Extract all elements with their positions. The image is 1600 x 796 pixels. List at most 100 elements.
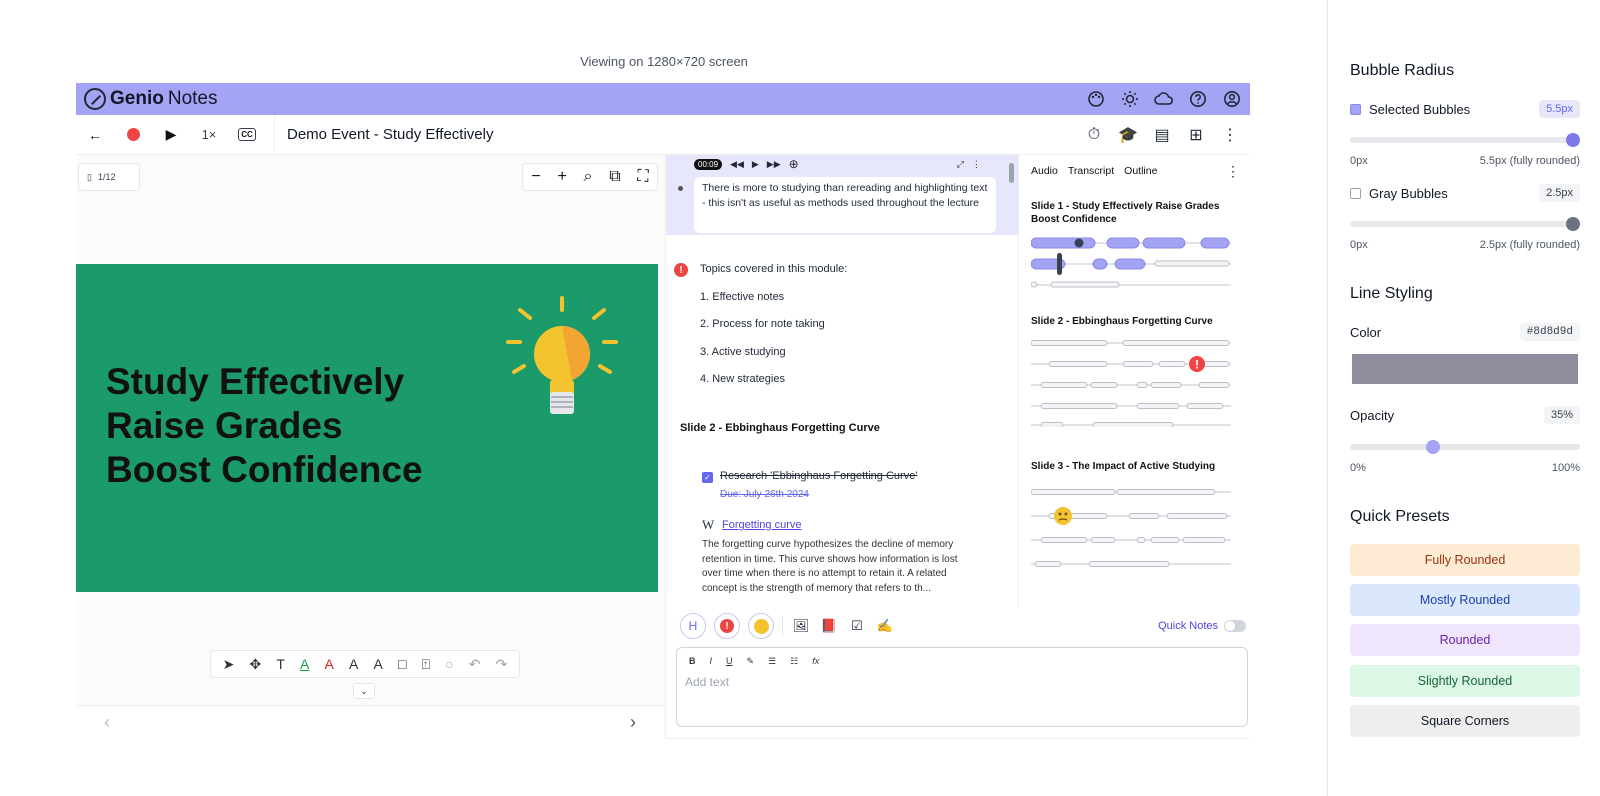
search-icon[interactable]: ⌕ — [584, 168, 593, 186]
slider-thumb[interactable] — [1425, 440, 1440, 454]
captions-button[interactable]: CC — [228, 115, 266, 155]
important-button[interactable]: ! — [714, 613, 740, 639]
selected-bubbles-label: Selected Bubbles — [1369, 101, 1471, 117]
screenshot-icon[interactable]: ⧉ — [609, 168, 620, 186]
forward-icon[interactable]: ▶▶ — [767, 159, 781, 170]
circle-icon[interactable]: ○ — [445, 656, 453, 672]
slide-navigation: ‹ › — [76, 705, 664, 739]
gray-radius-slider[interactable] — [1350, 217, 1580, 231]
bold-icon[interactable]: B — [689, 656, 696, 667]
layout-icon[interactable]: ⊞ — [1186, 125, 1206, 145]
zoom-out-icon[interactable]: − — [531, 168, 540, 186]
text-icon[interactable]: T — [276, 656, 285, 672]
speed-button[interactable]: 1× — [190, 115, 228, 155]
preset-square-corners[interactable]: Square Corners — [1350, 705, 1580, 737]
slider-thumb[interactable] — [1566, 133, 1580, 147]
outline-slide-2[interactable]: Slide 2 - Ebbinghaus Forgetting Curve — [1031, 315, 1231, 328]
chevron-down-icon[interactable]: ⌄ — [353, 683, 375, 699]
help-icon[interactable] — [1188, 89, 1208, 109]
back-arrow-icon[interactable]: ← — [76, 115, 114, 155]
wikipedia-icon: W — [702, 517, 715, 532]
note-editor[interactable]: B I U ✎ ☰ ☷ fx Add text — [676, 647, 1248, 727]
color-swatch[interactable] — [1352, 354, 1578, 384]
text-color-icon[interactable]: A — [349, 656, 358, 672]
prev-slide-icon[interactable]: ‹ — [104, 712, 110, 733]
bullet-list-icon[interactable]: ☰ — [768, 656, 776, 667]
slider-thumb[interactable] — [1566, 217, 1580, 231]
add-circle-icon[interactable]: ⊕ — [789, 157, 799, 171]
numbered-list-icon[interactable]: ☷ — [790, 656, 798, 667]
outline-slide-1[interactable]: Slide 1 - Study Effectively Raise Grades… — [1031, 200, 1231, 226]
underline-icon[interactable]: U — [726, 656, 733, 667]
line-styling-title: Line Styling — [1350, 285, 1433, 302]
toggle-switch[interactable] — [1224, 620, 1246, 632]
play-small-icon[interactable]: ▶ — [752, 159, 759, 170]
play-icon[interactable]: ▶ — [152, 115, 190, 155]
timer-icon[interactable]: ⏱ — [1084, 125, 1104, 145]
logo-icon — [84, 88, 106, 110]
text-highlight-icon[interactable]: A — [325, 656, 334, 672]
text-underline-icon[interactable]: A — [300, 656, 309, 672]
slider-max: 100% — [1551, 462, 1580, 474]
palette-icon[interactable] — [1086, 89, 1106, 109]
preset-mostly-rounded[interactable]: Mostly Rounded — [1350, 584, 1580, 616]
color-value: #8d8d9d — [1519, 323, 1580, 341]
text-outline-icon[interactable]: A — [373, 656, 382, 672]
confused-button[interactable] — [748, 613, 774, 639]
tab-transcript[interactable]: Transcript — [1068, 165, 1114, 177]
next-slide-icon[interactable]: › — [630, 712, 636, 733]
task-checkbox[interactable]: ✓ — [702, 472, 713, 483]
slider-max: 5.5px (fully rounded) — [1479, 155, 1580, 167]
italic-icon[interactable]: I — [710, 656, 713, 667]
heading-button[interactable]: H — [680, 613, 706, 639]
preset-slightly-rounded[interactable]: Slightly Rounded — [1350, 665, 1580, 697]
signature-icon[interactable]: ✍ — [875, 616, 895, 636]
more-vertical-icon[interactable]: ⋮ — [1220, 125, 1240, 145]
clear-format-icon[interactable]: fx — [812, 656, 819, 667]
editor-placeholder[interactable]: Add text — [677, 671, 1247, 693]
note-more-icon[interactable]: ⋮ — [972, 159, 981, 170]
document-icon[interactable]: ▤ — [1152, 125, 1172, 145]
zoom-in-icon[interactable]: + — [557, 168, 566, 186]
selected-radius-slider[interactable] — [1350, 133, 1580, 147]
active-note-text[interactable]: There is more to studying than rereading… — [694, 177, 996, 233]
account-icon[interactable] — [1222, 89, 1242, 109]
rewind-icon[interactable]: ◀◀ — [730, 159, 744, 170]
sidebar-toggle-icon[interactable]: ▯ — [87, 172, 92, 183]
tab-audio[interactable]: Audio — [1031, 165, 1058, 177]
notes-scrollbar[interactable] — [1009, 163, 1014, 183]
fullscreen-icon[interactable]: ⛶ — [637, 168, 648, 186]
tab-outline[interactable]: Outline — [1124, 165, 1157, 177]
graduation-cap-icon[interactable]: 🎓 — [1118, 125, 1138, 145]
bubble-track-3[interactable] — [1031, 483, 1231, 573]
rectangle-icon[interactable]: □ — [398, 656, 406, 672]
undo-icon[interactable]: ↶ — [469, 656, 481, 673]
wiki-link[interactable]: Forgetting curve — [722, 519, 801, 531]
book-icon[interactable]: 📕 — [819, 616, 839, 636]
bubble-track-1[interactable] — [1031, 235, 1231, 291]
highlighter-icon[interactable]: ✎ — [747, 656, 755, 667]
bubble-track-2[interactable]: ! — [1031, 337, 1231, 427]
redo-icon[interactable]: ↷ — [496, 656, 508, 673]
cloud-icon[interactable] — [1154, 89, 1174, 109]
outline-more-icon[interactable]: ⋮ — [1226, 163, 1240, 180]
gray-bubbles-checkbox[interactable] — [1350, 187, 1361, 199]
preset-rounded[interactable]: Rounded — [1350, 624, 1580, 656]
preset-fully-rounded[interactable]: Fully Rounded — [1350, 544, 1580, 576]
task-icon[interactable]: ☑ — [847, 616, 867, 636]
frame-text-icon[interactable]: ⍐ — [422, 656, 430, 673]
bubble-radius-title: Bubble Radius — [1350, 62, 1455, 79]
move-icon[interactable]: ✥ — [249, 656, 261, 673]
outline-slide-3[interactable]: Slide 3 - The Impact of Active Studying — [1031, 460, 1231, 473]
opacity-slider[interactable] — [1350, 440, 1580, 454]
selected-bubbles-checkbox[interactable] — [1350, 103, 1361, 115]
slider-min: 0% — [1350, 462, 1366, 474]
page-indicator[interactable]: ▯ 1/12 — [78, 163, 140, 191]
image-icon[interactable]: 🖼 — [791, 616, 811, 636]
sun-icon[interactable] — [1120, 89, 1140, 109]
slider-max: 2.5px (fully rounded) — [1479, 239, 1580, 251]
select-icon[interactable]: ➤ — [223, 656, 235, 673]
quick-notes-toggle[interactable]: Quick Notes — [1158, 620, 1250, 632]
record-button[interactable] — [114, 115, 152, 155]
expand-icon[interactable]: ⤢ — [957, 159, 964, 170]
